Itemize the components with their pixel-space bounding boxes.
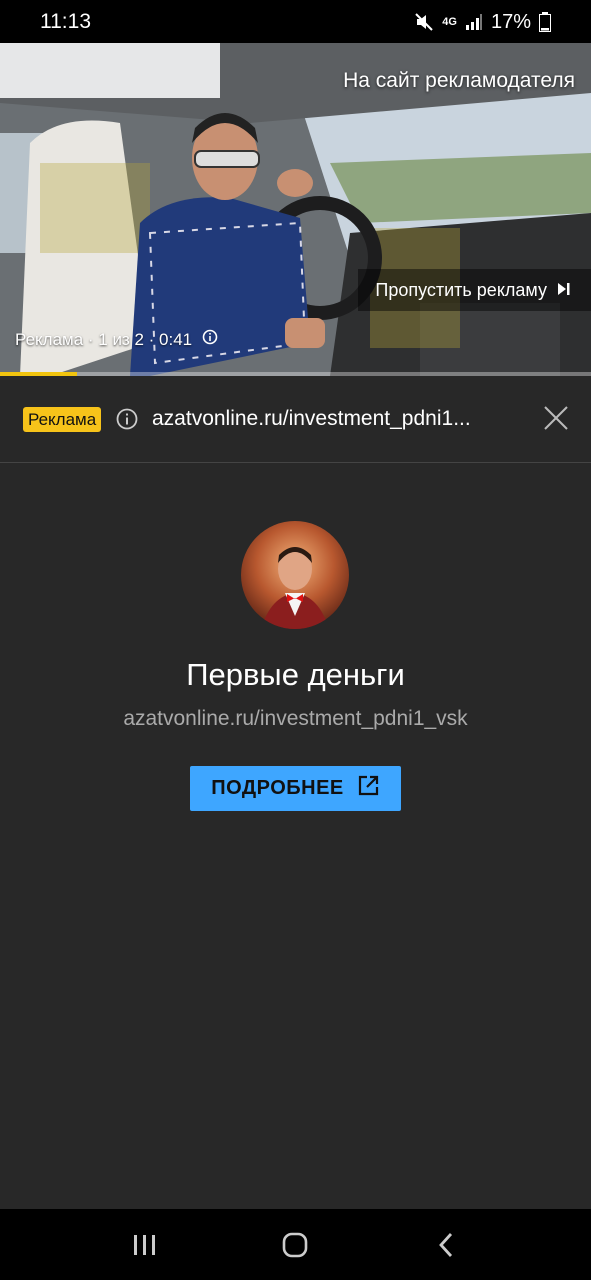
- info-icon[interactable]: [116, 408, 138, 435]
- status-time: 11:13: [40, 10, 91, 33]
- ad-info-text: Реклама · 1 из 2 · 0:41: [15, 329, 193, 349]
- home-icon[interactable]: [265, 1215, 325, 1275]
- network-icon: 4G: [442, 15, 457, 28]
- avatar: [241, 521, 349, 629]
- signal-icon: [465, 13, 483, 31]
- ad-badge: Реклама: [23, 407, 102, 432]
- system-nav-bar: [0, 1209, 591, 1280]
- skip-ad-button[interactable]: Пропустить рекламу: [358, 269, 591, 311]
- video-player[interactable]: На сайт рекламодателя Пропустить рекламу…: [0, 43, 591, 376]
- battery-icon: [539, 12, 551, 32]
- battery-percent: 17%: [490, 10, 531, 33]
- learn-more-button[interactable]: ПОДРОБНЕЕ: [190, 766, 401, 811]
- status-bar: 11:13 4G 17%: [0, 0, 591, 43]
- ad-header: Реклама azatvonline.ru/investment_pdni1.…: [0, 376, 591, 463]
- learn-more-label: ПОДРОБНЕЕ: [211, 777, 344, 799]
- card-url: azatvonline.ru/investment_pdni1_vsk: [123, 707, 468, 730]
- ad-header-url[interactable]: azatvonline.ru/investment_pdni1...: [152, 407, 471, 431]
- recent-apps-icon[interactable]: [115, 1215, 175, 1275]
- close-icon[interactable]: [541, 403, 571, 433]
- external-link-icon: [356, 774, 380, 804]
- ad-info: Реклама · 1 из 2 · 0:41: [15, 329, 218, 350]
- skip-next-icon: [557, 280, 571, 301]
- skip-ad-label: Пропустить рекламу: [375, 279, 547, 300]
- back-icon[interactable]: [416, 1215, 476, 1275]
- status-icons: 4G 17%: [414, 10, 551, 34]
- advertiser-link[interactable]: На сайт рекламодателя: [343, 69, 575, 93]
- mute-icon: [414, 12, 434, 32]
- card-title: Первые деньги: [186, 657, 405, 692]
- info-icon[interactable]: [202, 329, 218, 350]
- ad-card: Первые деньги azatvonline.ru/investment_…: [0, 464, 591, 1209]
